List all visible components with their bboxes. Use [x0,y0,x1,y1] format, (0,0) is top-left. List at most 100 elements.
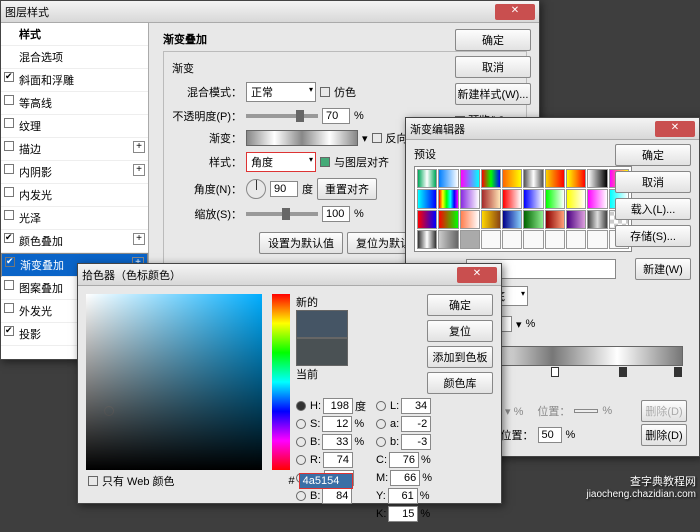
preset-swatch[interactable] [523,189,543,208]
scale-slider[interactable] [246,212,318,216]
grad-style-select[interactable]: 角度▾ [246,152,316,172]
a-radio[interactable] [376,419,386,429]
style-item-2[interactable]: 纹理 [1,115,148,138]
b-radio[interactable] [296,437,306,447]
color-picker-titlebar[interactable]: 拾色器（色标颜色） ✕ [78,264,501,286]
ok-button[interactable]: 确定 [455,29,531,51]
preset-swatch[interactable] [566,189,586,208]
preset-swatch[interactable] [523,210,543,229]
style-item-6[interactable]: 光泽 [1,207,148,230]
l-radio[interactable] [376,401,386,411]
c-input[interactable]: 76 [389,452,419,468]
preset-swatch[interactable] [587,230,607,249]
add-swatch-button[interactable]: 添加到色板 [427,346,493,368]
style-checkbox[interactable] [4,280,14,290]
align-checkbox[interactable] [320,157,330,167]
lab-b-input[interactable]: -3 [401,434,431,450]
preset-swatch[interactable] [545,210,565,229]
layer-style-titlebar[interactable]: 图层样式 ✕ [1,1,539,23]
style-item-5[interactable]: 内发光 [1,184,148,207]
style-checkbox[interactable] [4,72,14,82]
dither-checkbox[interactable] [320,87,330,97]
preset-swatch[interactable] [417,189,437,208]
preset-swatch[interactable] [566,210,586,229]
chevron-down-icon[interactable]: ▾ [362,132,368,145]
preset-swatch[interactable] [438,230,458,249]
preset-swatch[interactable] [587,169,607,188]
angle-input[interactable]: 90 [270,181,298,197]
reverse-checkbox[interactable] [372,133,382,143]
preset-swatch[interactable] [460,210,480,229]
lab-b-radio[interactable] [376,437,386,447]
preset-swatch[interactable] [481,169,501,188]
style-checkbox[interactable] [4,210,14,220]
ok-button[interactable]: 确定 [427,294,493,316]
bv-input[interactable]: 84 [322,488,352,504]
gradient-preview[interactable] [246,130,358,146]
style-checkbox[interactable] [4,233,14,243]
angle-dial[interactable] [246,179,266,199]
preset-swatch[interactable] [566,169,586,188]
style-item-7[interactable]: 颜色叠加+ [1,230,148,253]
reset-align-button[interactable]: 重置对齐 [317,178,377,200]
style-checkbox[interactable] [4,164,14,174]
preset-swatch[interactable] [587,189,607,208]
k-input[interactable]: 15 [388,506,418,522]
scale-input[interactable]: 100 [322,206,350,222]
preset-swatch[interactable] [502,230,522,249]
color-lib-button[interactable]: 颜色库 [427,372,493,394]
preset-swatch[interactable] [566,230,586,249]
preset-swatch[interactable] [460,189,480,208]
blendmode-select[interactable]: 正常▾ [246,82,316,102]
color-stop[interactable] [551,367,559,377]
new-style-button[interactable]: 新建样式(W)... [455,83,531,105]
opacity-slider[interactable] [246,114,318,118]
color-stop[interactable] [674,367,682,377]
style-checkbox[interactable] [4,95,14,105]
preset-swatch[interactable] [481,230,501,249]
new-button[interactable]: 新建(W) [635,258,691,280]
preset-swatch[interactable] [417,169,437,188]
preset-swatch[interactable] [545,169,565,188]
ok-button[interactable]: 确定 [615,144,691,166]
add-effect-icon[interactable]: + [133,141,145,153]
color-field[interactable] [86,294,262,470]
load-button[interactable]: 载入(L)... [615,198,691,220]
hex-input[interactable]: 4a5154 [299,473,353,489]
close-icon[interactable]: ✕ [495,4,535,20]
preset-swatch[interactable] [481,189,501,208]
preset-swatch[interactable] [523,230,543,249]
web-only-checkbox[interactable] [88,476,98,486]
delete-color-stop-button[interactable]: 删除(D) [641,424,687,446]
s-input[interactable]: 12 [322,416,352,432]
chevron-down-icon[interactable]: ▾ [516,318,522,331]
y-input[interactable]: 61 [388,488,418,504]
style-item-0[interactable]: 斜面和浮雕 [1,69,148,92]
style-item-1[interactable]: 等高线 [1,92,148,115]
preset-swatch[interactable] [438,169,458,188]
preset-swatch[interactable] [502,189,522,208]
close-icon[interactable]: ✕ [655,121,695,137]
stop-pos-input[interactable]: 50 [538,427,562,443]
style-item-3[interactable]: 描边+ [1,138,148,161]
h-input[interactable]: 198 [323,398,353,414]
preset-swatch[interactable] [438,189,458,208]
add-effect-icon[interactable]: + [133,233,145,245]
save-button[interactable]: 存储(S)... [615,225,691,247]
l-input[interactable]: 34 [401,398,431,414]
preset-swatch[interactable] [417,210,437,229]
b-input[interactable]: 33 [322,434,352,450]
h-radio[interactable] [296,401,306,411]
r-radio[interactable] [296,455,306,465]
style-checkbox[interactable] [4,303,14,313]
preset-swatch[interactable] [587,210,607,229]
set-default-button[interactable]: 设置为默认值 [259,232,343,254]
preset-grid[interactable] [414,166,632,252]
new-color-swatch[interactable] [296,310,348,338]
style-checkbox[interactable] [4,326,14,336]
preset-swatch[interactable] [481,210,501,229]
close-icon[interactable]: ✕ [457,267,497,283]
bv-radio[interactable] [296,491,306,501]
add-effect-icon[interactable]: + [133,164,145,176]
preset-swatch[interactable] [545,230,565,249]
